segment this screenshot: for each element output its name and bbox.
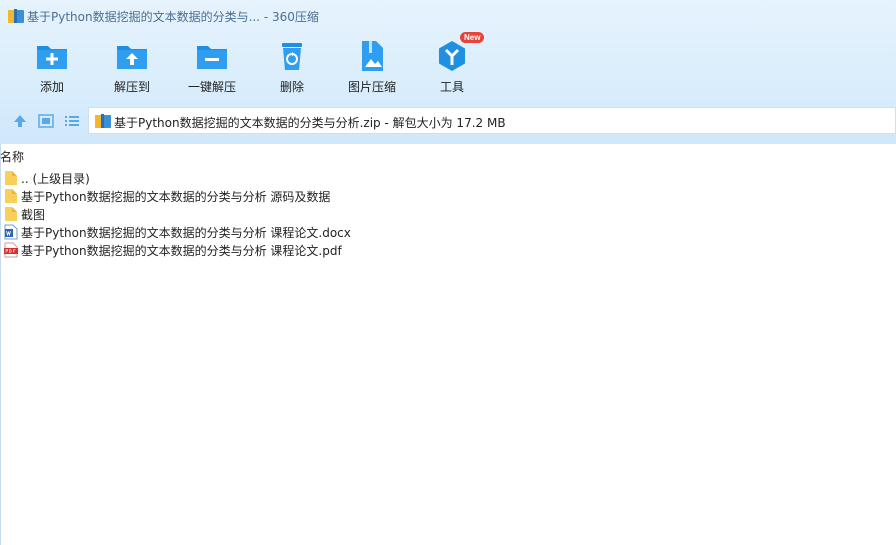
delete-label: 删除 — [279, 80, 304, 94]
list-view-icon[interactable] — [64, 113, 80, 129]
path-bar[interactable]: 基于Python数据挖掘的文本数据的分类与分析.zip - 解包大小为 17.2… — [88, 107, 896, 134]
one-click-extract-icon — [197, 46, 227, 69]
file-name: 截图 — [21, 208, 46, 222]
extract-to-label: 解压到 — [113, 80, 150, 94]
tools-label: 工具 — [439, 80, 464, 94]
extract-to-icon — [117, 46, 147, 69]
add-folder-icon — [37, 46, 67, 69]
pdf-icon — [4, 242, 18, 258]
folder-icon — [5, 207, 17, 221]
up-arrow-icon[interactable] — [12, 113, 28, 129]
file-name: 基于Python数据挖掘的文本数据的分类与分析 源码及数据 — [21, 190, 331, 204]
word-document-icon — [4, 224, 18, 240]
image-compress-icon — [362, 41, 383, 71]
folder-icon — [5, 171, 17, 185]
list-item[interactable]: .. (上级目录) — [0, 169, 896, 187]
list-item[interactable]: 截图 — [0, 205, 896, 223]
recycle-bin-icon — [282, 43, 302, 70]
file-name: 基于Python数据挖掘的文本数据的分类与分析 课程论文.pdf — [21, 244, 342, 258]
tools-icon — [439, 41, 465, 71]
archive-icon — [8, 9, 24, 23]
column-header-name[interactable]: 名称 — [0, 148, 24, 165]
file-list: .. (上级目录) 基于Python数据挖掘的文本数据的分类与分析 源码及数据 … — [0, 169, 896, 259]
image-compress-label: 图片压缩 — [347, 80, 396, 94]
file-name: .. (上级目录) — [21, 172, 90, 186]
title-bar: 基于Python数据挖掘的文本数据的分类与... - 360压缩 — [0, 0, 896, 32]
image-compress-button[interactable]: 图片压缩 — [336, 36, 408, 95]
list-item[interactable]: 基于Python数据挖掘的文本数据的分类与分析 源码及数据 — [0, 187, 896, 205]
add-label: 添加 — [39, 80, 64, 94]
one-click-extract-button[interactable]: 一键解压 — [176, 36, 248, 95]
one-click-extract-label: 一键解压 — [187, 80, 236, 94]
archive-icon — [95, 114, 111, 128]
list-item[interactable]: 基于Python数据挖掘的文本数据的分类与分析 课程论文.docx — [0, 223, 896, 241]
thumbnail-view-icon[interactable] — [38, 113, 54, 129]
window-title: 基于Python数据挖掘的文本数据的分类与... - 360压缩 — [27, 10, 319, 24]
add-button[interactable]: 添加 — [16, 36, 88, 95]
window-chrome: 基于Python数据挖掘的文本数据的分类与... - 360压缩 添加 解压到 — [0, 0, 896, 144]
folder-icon — [5, 189, 17, 203]
tools-button[interactable]: New 工具 — [416, 32, 488, 95]
file-name: 基于Python数据挖掘的文本数据的分类与分析 课程论文.docx — [21, 226, 351, 240]
delete-button[interactable]: 删除 — [256, 36, 328, 95]
list-item[interactable]: 基于Python数据挖掘的文本数据的分类与分析 课程论文.pdf — [0, 241, 896, 259]
extract-to-button[interactable]: 解压到 — [96, 36, 168, 95]
toolbar: 添加 解压到 一键解压 删除 图片压缩 New 工具 — [0, 32, 896, 100]
new-badge: New — [460, 32, 485, 43]
path-text: 基于Python数据挖掘的文本数据的分类与分析.zip - 解包大小为 17.2… — [114, 116, 506, 130]
